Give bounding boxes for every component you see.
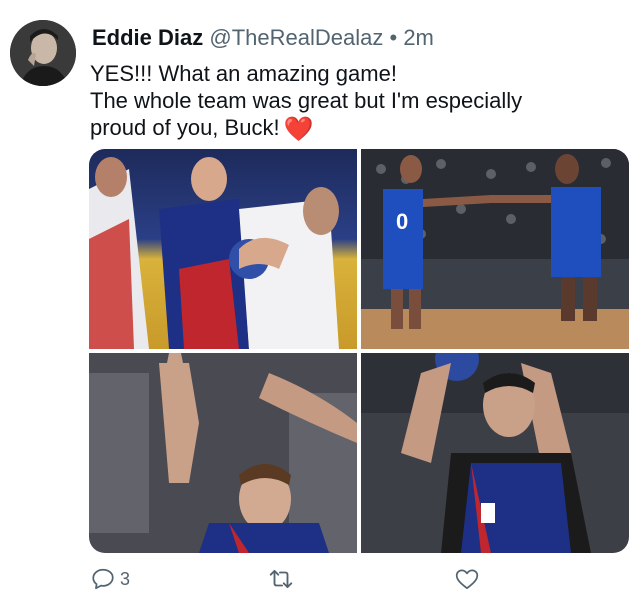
tweet-actions: 3	[90, 566, 530, 596]
tweet-text-segment: proud of you, Buck!	[90, 115, 280, 140]
media-grid: 0	[89, 149, 629, 553]
jersey-number: 0	[396, 209, 408, 234]
reply-icon	[92, 568, 114, 590]
tweet-header: Eddie Diaz @TheRealDealaz • 2m	[92, 24, 434, 52]
photo-3[interactable]	[89, 353, 357, 553]
tweet-text-line: The whole team was great but I'm especia…	[90, 88, 523, 113]
author-name[interactable]: Eddie Diaz	[92, 25, 203, 50]
photo-1[interactable]	[89, 149, 357, 349]
heart-emoji-icon: ❤️	[283, 116, 314, 143]
tweet-text-line: proud of you, Buck! ❤️	[90, 114, 630, 143]
like-icon	[455, 569, 479, 590]
tweet-text-line: YES!!! What an amazing game!	[90, 61, 397, 86]
photo-2[interactable]: 0	[361, 149, 629, 349]
reply-button[interactable]: 3	[90, 566, 130, 592]
tweet-text: YES!!! What an amazing game! The whole t…	[90, 60, 630, 143]
reply-count: 3	[120, 568, 131, 589]
tweet-timestamp[interactable]: 2m	[403, 25, 434, 50]
separator: •	[389, 25, 398, 50]
retweet-button[interactable]	[268, 566, 294, 592]
author-handle[interactable]: @TheRealDealaz	[209, 25, 383, 50]
avatar[interactable]	[10, 20, 76, 86]
retweet-icon	[269, 569, 293, 589]
like-button[interactable]	[454, 566, 480, 592]
photo-4[interactable]	[361, 353, 629, 553]
